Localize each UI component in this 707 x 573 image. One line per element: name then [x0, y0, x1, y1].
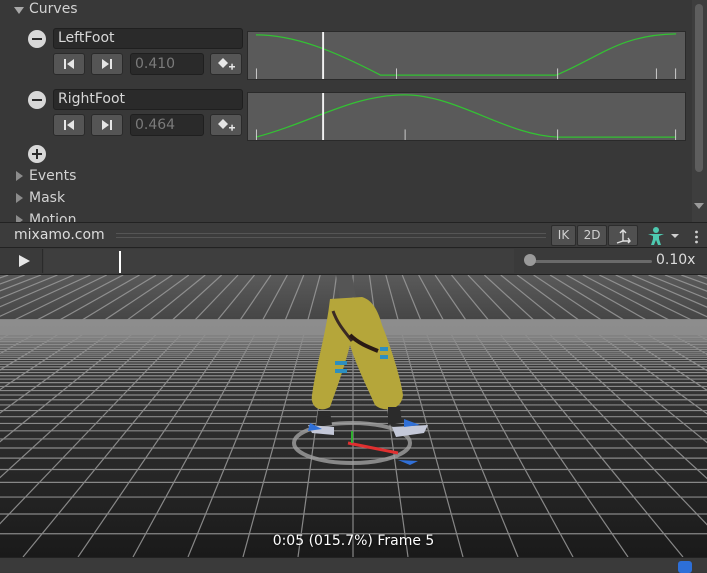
step-forward-icon — [102, 59, 112, 69]
ik-toggle-button[interactable]: IK — [551, 225, 576, 246]
add-curve-button[interactable] — [28, 145, 46, 163]
bottom-status-bar — [0, 557, 707, 573]
curves-section-label[interactable]: Curves — [29, 1, 78, 17]
speed-slider-handle[interactable] — [524, 254, 536, 266]
inspector-scrollbar-thumb[interactable] — [695, 4, 703, 172]
add-keyframe-icon — [218, 119, 235, 131]
preview-header: mixamo.com IK 2D — [0, 222, 707, 248]
curve-value-field-rightfoot[interactable]: 0.464 — [130, 114, 204, 136]
add-key-rightfoot-button[interactable] — [210, 114, 242, 136]
curves-foldout-arrow-icon[interactable] — [14, 7, 24, 14]
motion-foldout-arrow-icon[interactable] — [16, 215, 23, 222]
step-forward-icon — [102, 120, 112, 130]
playback-speed-label: 0.10x — [656, 252, 696, 268]
preview-status-readout: 0:05 (015.7%) Frame 5 — [272, 533, 435, 549]
step-back-icon — [64, 120, 74, 130]
curve-value-field-leftfoot[interactable]: 0.410 — [130, 53, 204, 75]
next-key-leftfoot-button[interactable] — [91, 53, 123, 75]
scroll-down-arrow-icon[interactable] — [694, 203, 704, 209]
humanoid-avatar-icon — [648, 227, 679, 245]
motion-section-label[interactable]: Motion — [29, 212, 76, 222]
remove-curve-rightfoot-button[interactable] — [28, 91, 46, 109]
prev-key-leftfoot-button[interactable] — [53, 53, 85, 75]
inspector-panel: Curves LeftFoot 0.410 RightFoot 0.464 Ev… — [0, 0, 707, 222]
play-icon — [19, 255, 30, 267]
curve-name-field-leftfoot[interactable]: LeftFoot — [53, 28, 243, 49]
play-button[interactable] — [4, 249, 43, 273]
speed-slider-track[interactable] — [530, 260, 652, 263]
add-key-leftfoot-button[interactable] — [210, 53, 242, 75]
avatar-dropdown-button[interactable] — [644, 226, 686, 246]
remove-curve-leftfoot-button[interactable] — [28, 30, 46, 48]
leftfoot-curve-graph[interactable] — [247, 31, 686, 80]
mask-section-label[interactable]: Mask — [29, 190, 65, 206]
prev-key-rightfoot-button[interactable] — [53, 114, 85, 136]
asset-bundle-icon[interactable] — [678, 561, 692, 573]
playhead-marker[interactable] — [119, 251, 121, 273]
more-options-menu-icon[interactable] — [695, 229, 698, 244]
mask-foldout-arrow-icon[interactable] — [16, 193, 23, 203]
step-back-icon — [64, 59, 74, 69]
curve-name-field-rightfoot[interactable]: RightFoot — [53, 89, 243, 110]
2d-toggle-button[interactable]: 2D — [577, 225, 607, 246]
preview-timeline-scrubber[interactable] — [44, 249, 514, 273]
preview-timeline-bar: 0.10x — [0, 248, 707, 275]
preview-viewport[interactable]: 0:05 (015.7%) Frame 5 — [0, 275, 707, 557]
rightfoot-curve-graph[interactable] — [247, 92, 686, 141]
drag-handle-grip[interactable] — [116, 233, 546, 238]
events-foldout-arrow-icon[interactable] — [16, 171, 23, 181]
add-keyframe-icon — [218, 58, 235, 70]
preview-grid-scene — [0, 275, 707, 557]
pivot-toggle-button[interactable] — [608, 225, 638, 246]
pivot-axes-icon — [616, 229, 631, 244]
events-section-label[interactable]: Events — [29, 168, 76, 184]
next-key-rightfoot-button[interactable] — [91, 114, 123, 136]
preview-clip-title: mixamo.com — [14, 227, 105, 243]
